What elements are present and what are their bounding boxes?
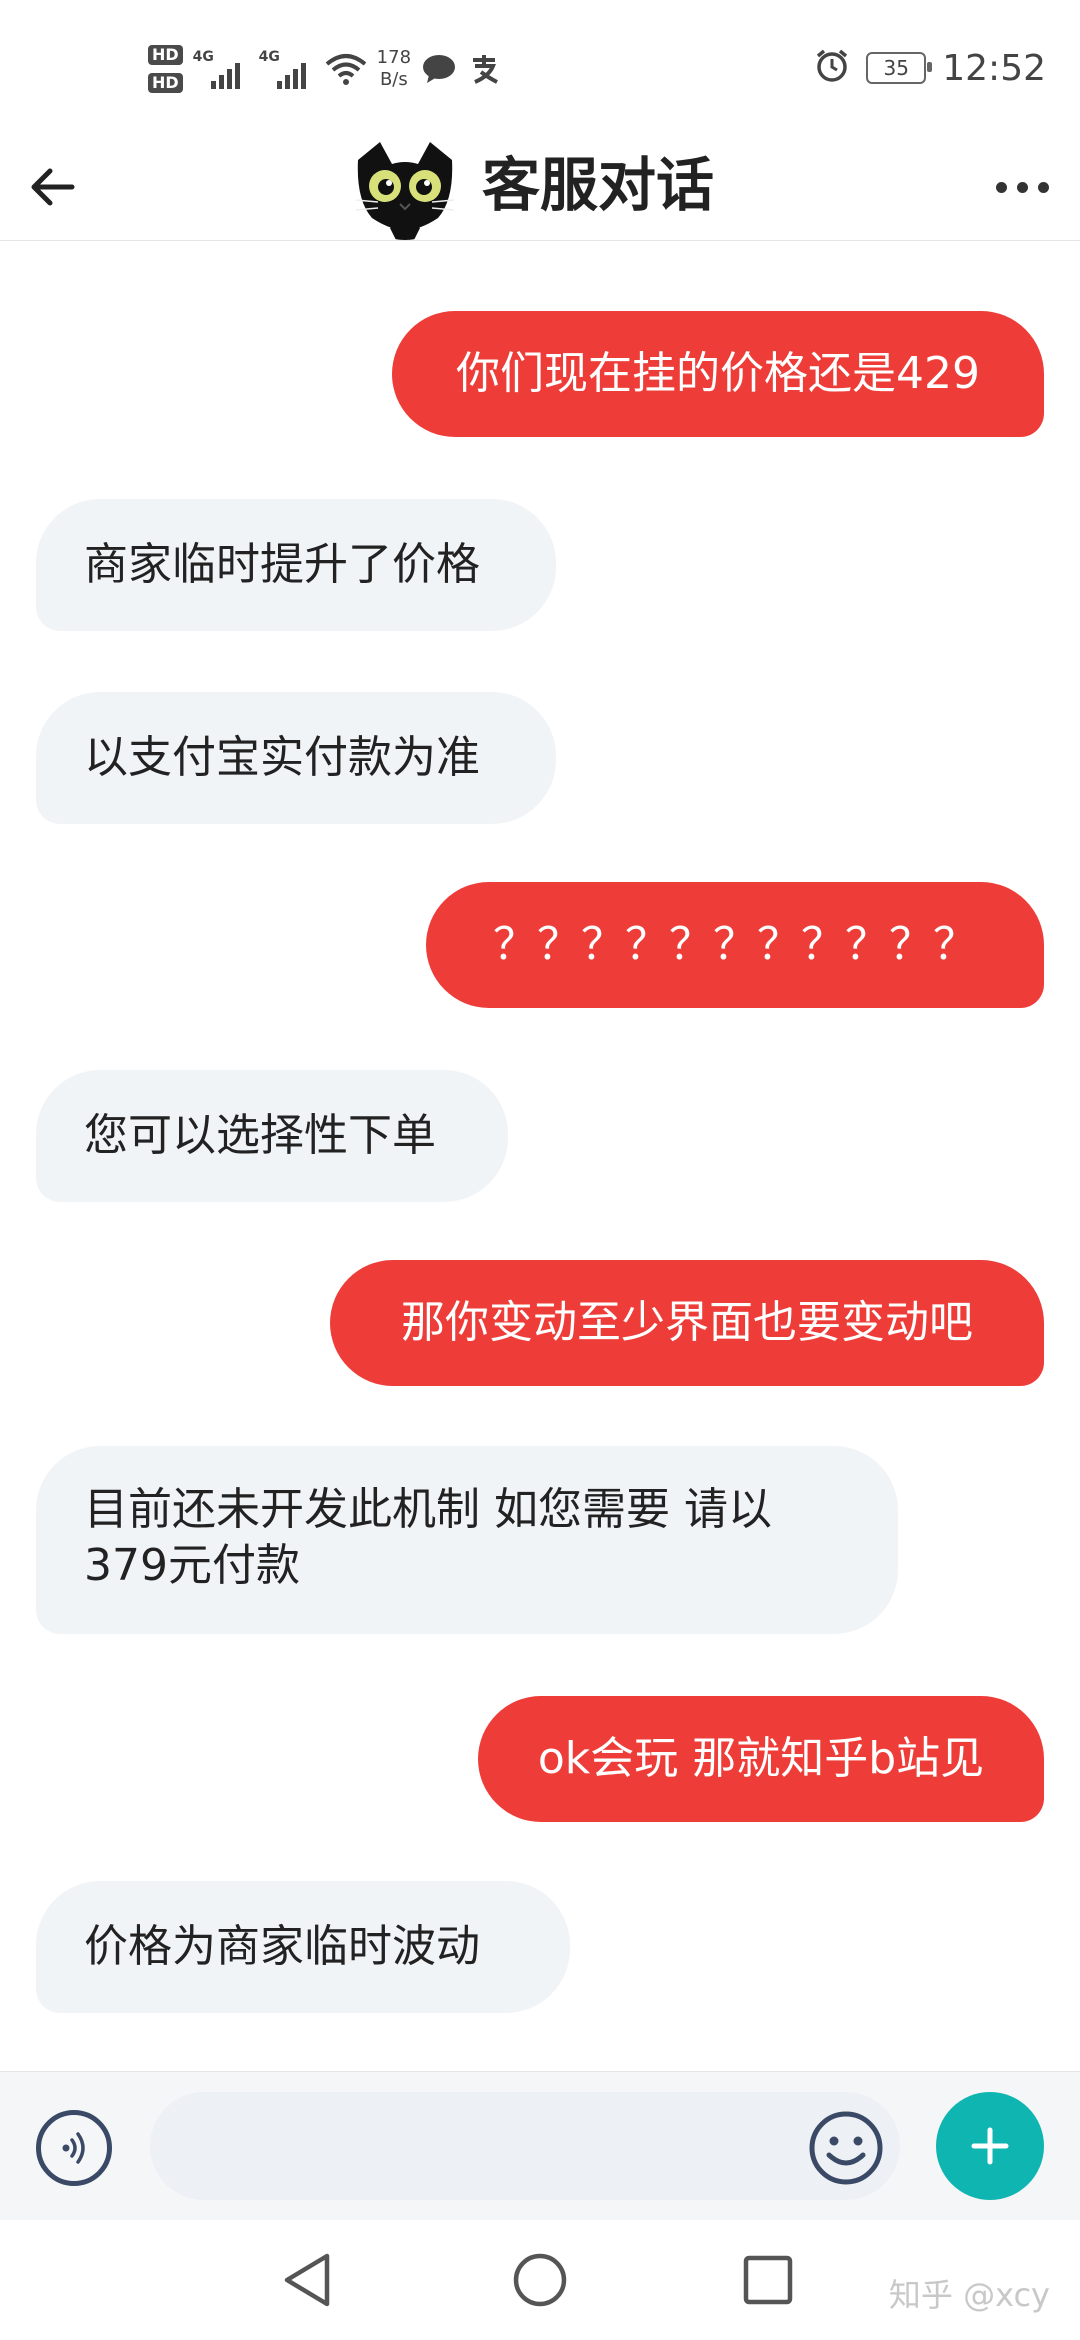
message-list[interactable]: 你们现在挂的价格还是429 商家临时提升了价格 以支付宝实付款为准 ？？？？？？… — [0, 241, 1080, 2071]
status-time: 12:52 — [942, 47, 1046, 89]
input-bar — [0, 2071, 1080, 2220]
signal-icon: 4G — [259, 49, 315, 89]
message-bubble-incoming[interactable]: 目前还未开发此机制 如您需要 请以 379元付款 — [36, 1446, 898, 1634]
nav-home-button[interactable] — [500, 2240, 580, 2320]
voice-icon — [62, 2132, 85, 2164]
page-title: 客服对话 — [482, 151, 715, 219]
voice-button[interactable] — [36, 2110, 112, 2186]
system-nav-bar: 知乎 @xcy — [0, 2220, 1080, 2340]
net-speed-value: 178 — [376, 47, 412, 68]
recents-square-icon — [743, 2255, 793, 2305]
more-button[interactable] — [982, 155, 1062, 219]
avatar[interactable] — [350, 130, 460, 240]
message-bubble-incoming[interactable]: 商家临时提升了价格 — [36, 499, 556, 631]
alarm-icon — [814, 48, 850, 88]
message-bubble-outgoing[interactable]: 你们现在挂的价格还是429 — [392, 311, 1044, 437]
message-bubble-outgoing[interactable]: 那你变动至少界面也要变动吧 — [330, 1260, 1044, 1386]
message-text: 您可以选择性下单 — [84, 1110, 436, 1161]
hd-badge-2: HD — [148, 73, 183, 93]
emoji-button[interactable] — [806, 2108, 886, 2188]
message-bubble-incoming[interactable]: 以支付宝实付款为准 — [36, 692, 556, 824]
message-bubble-incoming[interactable]: 价格为商家临时波动 — [36, 1881, 570, 2013]
signal-icon: 4G — [193, 49, 249, 89]
status-right: 35 12:52 — [814, 38, 1046, 98]
message-bubble-incoming[interactable]: 您可以选择性下单 — [36, 1070, 508, 1202]
more-icon — [995, 181, 1049, 193]
message-bubble-outgoing[interactable]: ？？？？？？？？？？？ — [426, 882, 1044, 1008]
back-button[interactable] — [20, 155, 84, 219]
message-text: 你们现在挂的价格还是429 — [456, 348, 980, 399]
message-text-line: 目前还未开发此机制 如您需要 请以 — [84, 1484, 772, 1535]
cat-avatar-icon — [350, 130, 460, 240]
message-text-block: 目前还未开发此机制 如您需要 请以 379元付款 — [84, 1482, 772, 1594]
hd-badge-1: HD — [148, 45, 183, 65]
message-text-line: 379元付款 — [84, 1540, 300, 1591]
chat-icon — [421, 53, 457, 85]
status-left: HD HD 4G 4G 178 B/s — [148, 34, 501, 104]
emoji-icon — [809, 2111, 883, 2185]
message-text: 商家临时提升了价格 — [84, 539, 480, 590]
battery-level: 35 — [883, 56, 909, 80]
watermark: 知乎 @xcy — [888, 2276, 1050, 2314]
nav-back-button[interactable] — [268, 2240, 348, 2320]
alipay-icon — [467, 52, 501, 86]
message-input[interactable] — [150, 2092, 900, 2200]
message-text: ？？？？？？？？？？？ — [493, 919, 977, 970]
home-circle-icon — [513, 2253, 567, 2307]
message-text: 以支付宝实付款为准 — [84, 732, 480, 783]
nav-recents-button[interactable] — [728, 2240, 808, 2320]
message-text: 价格为商家临时波动 — [84, 1921, 480, 1972]
status-bar: HD HD 4G 4G 178 B/s 35 12:52 — [0, 0, 1080, 130]
add-button[interactable] — [936, 2092, 1044, 2200]
plus-icon — [971, 2127, 1009, 2165]
message-text: 那你变动至少界面也要变动吧 — [401, 1297, 973, 1348]
back-triangle-icon — [284, 2253, 330, 2307]
net-speed: 178 B/s — [377, 47, 411, 91]
chat-header: 客服对话 — [0, 130, 1080, 241]
net-speed-unit: B/s — [379, 69, 408, 90]
message-text: ok会玩 那就知乎b站见 — [537, 1733, 985, 1784]
battery-icon: 35 — [866, 52, 933, 84]
message-bubble-outgoing[interactable]: ok会玩 那就知乎b站见 — [478, 1696, 1044, 1822]
back-arrow-icon — [31, 168, 75, 206]
hd-indicators: HD HD — [148, 45, 183, 93]
wifi-icon — [325, 52, 367, 86]
